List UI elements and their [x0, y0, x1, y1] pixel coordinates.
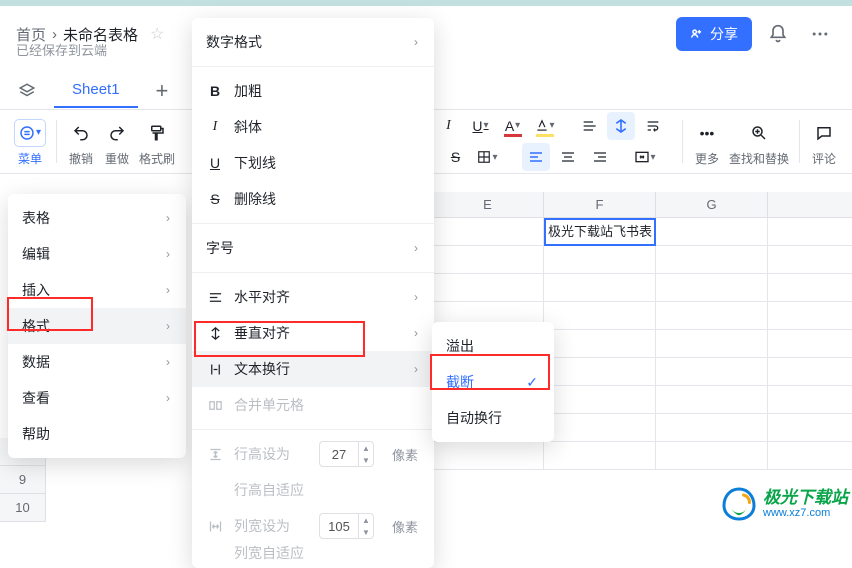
- wrap-auto[interactable]: 自动换行: [432, 400, 554, 436]
- align-center-button[interactable]: [554, 143, 582, 171]
- menu-text-wrap[interactable]: 文本换行›: [192, 351, 434, 387]
- check-icon: ✓: [526, 374, 538, 391]
- merge-cells-button[interactable]: ▾: [630, 143, 660, 171]
- menu-view[interactable]: 查看›: [8, 380, 186, 416]
- font-color-button[interactable]: A▾: [499, 112, 527, 140]
- align-v-icon: [206, 326, 224, 341]
- chevron-right-icon: ›: [414, 290, 418, 304]
- menu-col-width-auto: 列宽自适应: [192, 544, 434, 562]
- layers-icon[interactable]: [14, 78, 40, 104]
- chevron-right-icon: ›: [166, 283, 170, 297]
- strikethrough-icon: S: [206, 191, 224, 207]
- menu-underline[interactable]: U下划线: [192, 145, 434, 181]
- chevron-right-icon: ›: [414, 326, 418, 340]
- underline-button[interactable]: U▾: [467, 112, 495, 140]
- chevron-right-icon: ›: [166, 319, 170, 333]
- more-icon[interactable]: [804, 18, 836, 50]
- notification-icon[interactable]: [762, 18, 794, 50]
- redo-label: 重做: [105, 150, 129, 167]
- menu-row-height: 行高设为 ▲▼ 像素: [192, 436, 434, 472]
- watermark: 极光下载站 www.xz7.com: [721, 486, 848, 522]
- menu-table[interactable]: 表格›: [8, 200, 186, 236]
- chevron-right-icon: ›: [166, 211, 170, 225]
- wrap-overflow[interactable]: 溢出: [432, 328, 554, 364]
- find-replace-button[interactable]: [745, 119, 773, 147]
- more-label: 更多: [695, 150, 719, 167]
- share-button[interactable]: 分享: [676, 17, 752, 51]
- cell-f1[interactable]: 极光下载站飞书表: [544, 218, 656, 246]
- col-header-g[interactable]: G: [656, 192, 768, 218]
- comments-button[interactable]: [810, 119, 838, 147]
- menu-strikethrough[interactable]: S删除线: [192, 181, 434, 217]
- align-h-icon: [206, 290, 224, 305]
- menu-button[interactable]: ▾: [14, 119, 46, 147]
- menu-font-size[interactable]: 字号›: [192, 230, 434, 266]
- wrap-clip[interactable]: 截断✓: [432, 364, 554, 400]
- menu-h-align[interactable]: 水平对齐›: [192, 279, 434, 315]
- star-icon[interactable]: ☆: [150, 24, 164, 44]
- col-width-icon: [206, 519, 224, 534]
- row-header-9[interactable]: 9: [0, 466, 46, 494]
- more-button[interactable]: •••: [693, 119, 721, 147]
- save-status: 已经保存到云端: [16, 40, 107, 59]
- undo-label: 撤销: [69, 150, 93, 167]
- row-height-icon: [206, 447, 224, 462]
- row-header-10[interactable]: 10: [0, 494, 46, 522]
- align-right-button[interactable]: [586, 143, 614, 171]
- format-submenu: 数字格式› B加粗 I斜体 U下划线 S删除线 字号› 水平对齐› 垂直对齐› …: [192, 18, 434, 568]
- chevron-right-icon: ›: [166, 247, 170, 261]
- text-wrap-submenu: 溢出 截断✓ 自动换行: [432, 322, 554, 442]
- menu-row-height-auto: 行高自适应: [192, 472, 434, 508]
- share-icon: [690, 26, 704, 43]
- italic-icon: I: [206, 119, 224, 135]
- col-header-e[interactable]: E: [432, 192, 544, 218]
- watermark-url: www.xz7.com: [763, 507, 848, 519]
- col-header-f[interactable]: F: [544, 192, 656, 218]
- wrap-auto-button[interactable]: [639, 112, 667, 140]
- bold-icon: B: [206, 83, 224, 99]
- format-painter-button[interactable]: [143, 119, 171, 147]
- menu-edit[interactable]: 编辑›: [8, 236, 186, 272]
- watermark-logo-icon: [721, 486, 757, 522]
- underline-icon: U: [206, 155, 224, 171]
- format-painter-label: 格式刷: [139, 150, 175, 167]
- find-replace-label: 查找和替换: [729, 150, 789, 167]
- chevron-right-icon: ›: [414, 241, 418, 255]
- text-wrap-icon: [206, 362, 224, 377]
- comments-label: 评论: [812, 150, 836, 167]
- cell-g1[interactable]: [656, 218, 768, 246]
- menu-label: 菜单: [18, 150, 42, 167]
- chevron-right-icon: ›: [414, 362, 418, 376]
- watermark-text: 极光下载站: [763, 489, 848, 508]
- merge-icon: [206, 398, 224, 413]
- menu-number-format[interactable]: 数字格式›: [192, 24, 434, 60]
- main-menu-dropdown: 表格› 编辑› 插入› 格式› 数据› 查看› 帮助: [8, 194, 186, 458]
- undo-button[interactable]: [67, 119, 95, 147]
- menu-format[interactable]: 格式›: [8, 308, 186, 344]
- menu-italic[interactable]: I斜体: [192, 109, 434, 145]
- italic-button[interactable]: I: [435, 112, 463, 140]
- strikethrough-button[interactable]: S: [441, 143, 469, 171]
- col-width-input: ▲▼: [319, 513, 374, 539]
- wrap-clip-button[interactable]: [607, 112, 635, 140]
- borders-button[interactable]: ▾: [473, 143, 501, 171]
- menu-help[interactable]: 帮助: [8, 416, 186, 452]
- align-left-button[interactable]: [522, 143, 550, 171]
- fill-color-button[interactable]: ▾: [531, 112, 559, 140]
- chevron-right-icon: ›: [414, 35, 418, 49]
- menu-v-align[interactable]: 垂直对齐›: [192, 315, 434, 351]
- tab-sheet1[interactable]: Sheet1: [54, 73, 138, 108]
- menu-data[interactable]: 数据›: [8, 344, 186, 380]
- redo-button[interactable]: [103, 119, 131, 147]
- chevron-right-icon: ›: [166, 391, 170, 405]
- menu-col-width: 列宽设为 ▲▼ 像素: [192, 508, 434, 544]
- menu-merge-cells: 合并单元格: [192, 387, 434, 423]
- menu-bold[interactable]: B加粗: [192, 73, 434, 109]
- wrap-overflow-button[interactable]: [575, 112, 603, 140]
- cell-e1[interactable]: [432, 218, 544, 246]
- add-sheet-button[interactable]: +: [156, 78, 169, 104]
- chevron-right-icon: ›: [166, 355, 170, 369]
- row-height-input: ▲▼: [319, 441, 374, 467]
- menu-insert[interactable]: 插入›: [8, 272, 186, 308]
